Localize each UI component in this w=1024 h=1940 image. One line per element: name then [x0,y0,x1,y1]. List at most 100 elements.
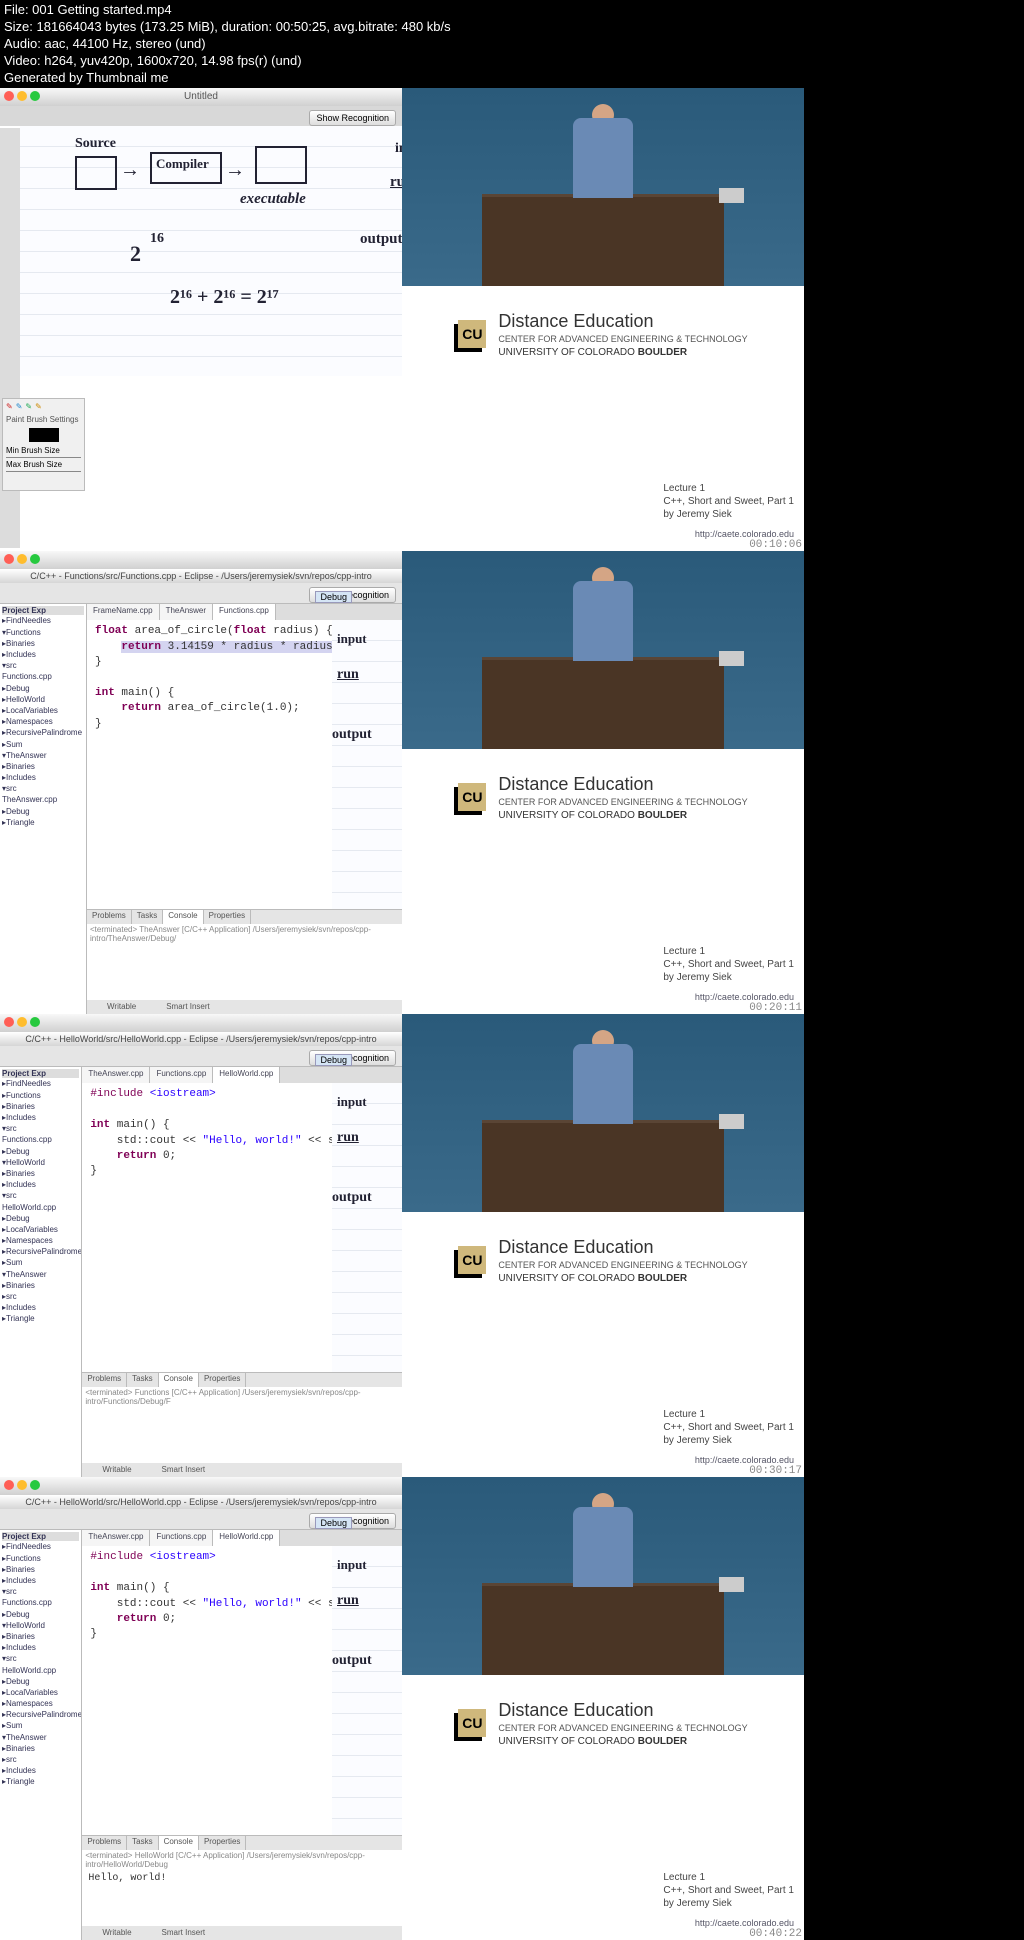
close-icon[interactable] [4,91,14,101]
blue-pen-icon[interactable]: ✎ [16,402,23,411]
tree-item[interactable]: ▸LocalVariables [2,1224,79,1235]
tree-item[interactable]: ▸Binaries [2,1280,79,1291]
zoom-icon[interactable] [30,91,40,101]
tree-item[interactable]: ▸Includes [2,1302,79,1313]
tree-item[interactable]: ▸Binaries [2,1631,79,1642]
tree-item[interactable]: ▾HelloWorld [2,1620,79,1631]
tree-item[interactable]: ▾TheAnswer [2,1732,79,1743]
code-editor[interactable]: #include <iostream> int main() { std::co… [82,1546,402,1835]
slider[interactable] [6,457,81,458]
tree-item[interactable]: ▸Binaries [2,1743,79,1754]
minimize-icon[interactable] [17,91,27,101]
tree-item[interactable]: HelloWorld.cpp [2,1665,79,1676]
tree-item[interactable]: ▸Includes [2,1575,79,1586]
tab-console[interactable]: Console [159,1373,199,1387]
tree-item[interactable]: ▸Debug [2,1146,79,1157]
tab-functions[interactable]: Functions.cpp [213,604,276,620]
debug-perspective-button[interactable]: Debug [315,1517,352,1529]
project-explorer[interactable]: Project Exp ▸FindNeedles▸Functions ▸Bina… [0,1067,82,1477]
tree-item[interactable]: ▸Functions [2,1090,79,1101]
window-titlebar[interactable]: Untitled [0,88,402,106]
zoom-icon[interactable] [30,1480,40,1490]
tab-theanswer[interactable]: TheAnswer [160,604,213,620]
tree-item[interactable]: ▾src [2,1653,79,1664]
tree-item[interactable]: ▾TheAnswer [2,1269,79,1280]
zoom-icon[interactable] [30,554,40,564]
tab-properties[interactable]: Properties [204,910,251,924]
tree-item[interactable]: ▸Triangle [2,1776,79,1787]
tree-item[interactable]: ▸Debug [2,806,84,817]
tree-item[interactable]: ▸Triangle [2,817,84,828]
tree-item[interactable]: Functions.cpp [2,671,84,682]
tree-item[interactable]: ▸Includes [2,649,84,660]
tree-item[interactable]: ▸Binaries [2,1101,79,1112]
tab-functions[interactable]: Functions.cpp [150,1530,213,1546]
tree-item[interactable]: ▸Includes [2,772,84,783]
tree-item[interactable]: ▾src [2,1586,79,1597]
tab-theanswer[interactable]: TheAnswer.cpp [82,1530,150,1546]
tree-item[interactable]: ▾src [2,660,84,671]
tree-item[interactable]: ▸Namespaces [2,716,84,727]
minimize-icon[interactable] [17,1480,27,1490]
minimize-icon[interactable] [17,554,27,564]
tab-problems[interactable]: Problems [82,1836,127,1850]
tree-item[interactable]: ▸Namespaces [2,1235,79,1246]
close-icon[interactable] [4,554,14,564]
tree-item[interactable]: Functions.cpp [2,1134,79,1145]
tab-console[interactable]: Console [163,910,203,924]
tree-item[interactable]: ▸Triangle [2,1313,79,1324]
project-explorer[interactable]: Project Exp ▸FindNeedles▾Functions ▸Bina… [0,604,87,1014]
tab-problems[interactable]: Problems [87,910,132,924]
editor-tabs[interactable]: FrameName.cpp TheAnswer Functions.cpp [87,604,402,620]
color-swatch[interactable] [29,428,59,442]
tree-item[interactable]: ▸Functions [2,1553,79,1564]
tree-item[interactable]: ▾src [2,1123,79,1134]
tree-item[interactable]: ▸LocalVariables [2,705,84,716]
tab-functions[interactable]: Functions.cpp [150,1067,213,1083]
whiteboard-canvas[interactable]: Source → Compiler → executable input run… [20,126,402,376]
slider-2[interactable] [6,471,81,472]
tree-item[interactable]: ▸Includes [2,1765,79,1776]
tree-item[interactable]: ▾src [2,783,84,794]
tree-item[interactable]: ▸FindNeedles [2,615,84,626]
tree-item[interactable]: ▾Functions [2,627,84,638]
tree-item[interactable]: ▸Debug [2,1213,79,1224]
tree-item[interactable]: ▸Binaries [2,1168,79,1179]
project-exp-tab[interactable]: Project Exp [2,606,84,615]
tab-properties[interactable]: Properties [199,1373,246,1387]
tree-item[interactable]: ▾src [2,1190,79,1201]
code-editor[interactable]: float area_of_circle(float radius) { ret… [87,620,402,909]
tree-item[interactable]: ▸FindNeedles [2,1541,79,1552]
tree-item[interactable]: ▸Debug [2,1609,79,1620]
red-pen-icon[interactable]: ✎ [6,402,13,411]
tree-item[interactable]: ▸FindNeedles [2,1078,79,1089]
project-explorer[interactable]: Project Exp ▸FindNeedles▸Functions ▸Bina… [0,1530,82,1940]
show-recognition-button[interactable]: Show Recognition [309,110,396,126]
tree-item[interactable]: ▸RecursivePalindrome [2,1709,79,1720]
tree-item[interactable]: ▸src [2,1291,79,1302]
debug-perspective-button[interactable]: Debug [315,591,352,603]
tab-tasks[interactable]: Tasks [127,1836,158,1850]
brush-settings-panel[interactable]: ✎ ✎ ✎ ✎ Paint Brush Settings Min Brush S… [2,398,85,491]
tree-item[interactable]: HelloWorld.cpp [2,1202,79,1213]
tree-item[interactable]: ▸Binaries [2,638,84,649]
debug-perspective-button[interactable]: Debug [315,1054,352,1066]
tree-item[interactable]: ▸Namespaces [2,1698,79,1709]
tab-console[interactable]: Console [159,1836,199,1850]
tree-item[interactable]: ▸Includes [2,1642,79,1653]
tree-item[interactable]: ▸Includes [2,1179,79,1190]
tab-problems[interactable]: Problems [82,1373,127,1387]
minimize-icon[interactable] [17,1017,27,1027]
tree-item[interactable]: ▸HelloWorld [2,694,84,705]
tab-tasks[interactable]: Tasks [132,910,163,924]
tree-item[interactable]: ▸src [2,1754,79,1765]
tree-item[interactable]: ▾HelloWorld [2,1157,79,1168]
tree-item[interactable]: ▸Binaries [2,761,84,772]
tree-item[interactable]: ▸Sum [2,1257,79,1268]
tab-framename[interactable]: FrameName.cpp [87,604,160,620]
tree-item[interactable]: ▸LocalVariables [2,1687,79,1698]
green-pen-icon[interactable]: ✎ [25,402,32,411]
tree-item[interactable]: ▸RecursivePalindrome [2,1246,79,1257]
zoom-icon[interactable] [30,1017,40,1027]
tree-item[interactable]: ▸Sum [2,1720,79,1731]
